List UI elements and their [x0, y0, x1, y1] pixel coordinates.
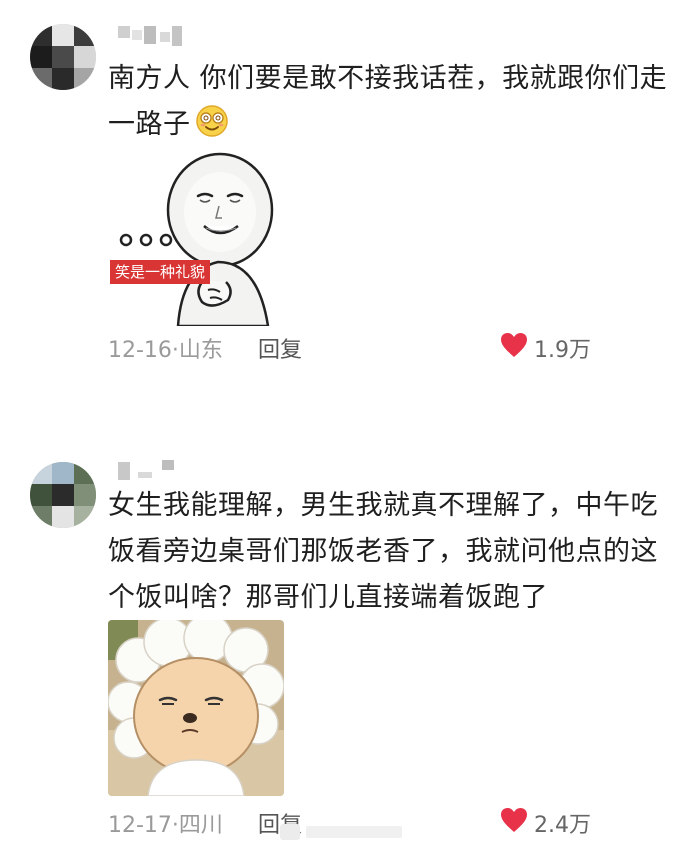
- reply-button[interactable]: 回复: [258, 332, 302, 364]
- sticker-caption: 笑是一种礼貌: [114, 263, 205, 281]
- heart-icon: [500, 807, 534, 839]
- comment-date-location: 12-17·四川: [108, 813, 223, 838]
- like-button[interactable]: 2.4万: [500, 807, 591, 839]
- comment-text-line: 饭看旁边桌哥们那饭老香了，我就问他点的这: [108, 536, 658, 567]
- dizzy-smile-emoji-icon: [195, 104, 229, 153]
- comment-text-line: 一路子: [108, 102, 668, 153]
- watermark-overlay: [280, 820, 405, 844]
- heart-icon: [500, 332, 534, 364]
- username-redacted[interactable]: [118, 460, 182, 482]
- comment-text: 女生我能理解，男生我就真不理解了，中午吃 饭看旁边桌哥们那饭老香了，我就问他点的…: [108, 483, 668, 621]
- comment-date-location: 12-16·山东: [108, 338, 223, 363]
- avatar[interactable]: [30, 24, 96, 90]
- username-redacted[interactable]: [118, 26, 182, 48]
- like-count: 2.4万: [534, 813, 591, 838]
- comment-text: 南方人 你们要是敢不接我话茬，我就跟你们走 一路子: [108, 56, 668, 153]
- like-count: 1.9万: [534, 338, 591, 363]
- comment-text-line: 个饭叫啥？那哥们儿直接端着饭跑了: [108, 582, 548, 613]
- like-button[interactable]: 1.9万: [500, 332, 591, 364]
- sticker-image[interactable]: [108, 620, 284, 796]
- avatar[interactable]: [30, 462, 96, 528]
- comment-text-line: 南方人 你们要是敢不接我话茬，我就跟你们走: [108, 63, 668, 94]
- sticker-image[interactable]: 笑是一种礼貌: [108, 150, 284, 326]
- comment-text-line: 女生我能理解，男生我就真不理解了，中午吃: [108, 490, 658, 521]
